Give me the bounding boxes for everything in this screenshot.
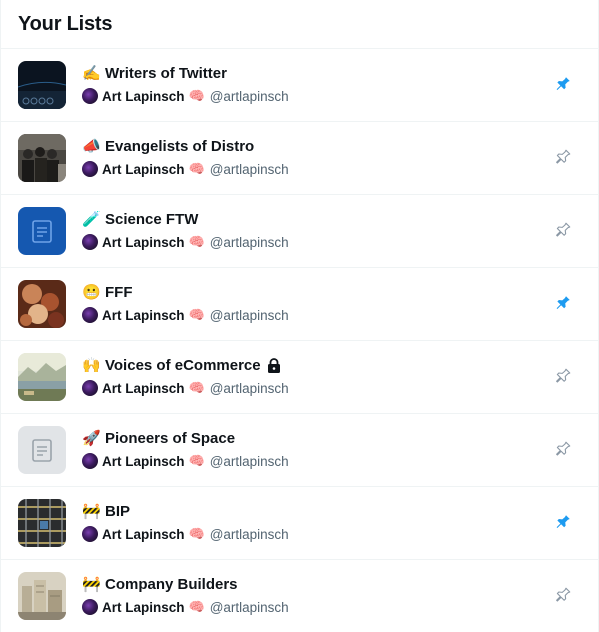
avatar: [82, 88, 98, 104]
list-thumbnail: [18, 61, 66, 109]
lists-panel: Your Lists ✍️ Writers of Twitter Art Lapin…: [0, 0, 599, 632]
owner-handle: @artlapinsch: [209, 453, 289, 469]
list-owner: Art Lapinsch 🧠 @artlapinsch: [82, 380, 289, 396]
list-name: Science FTW: [105, 210, 199, 228]
pin-icon[interactable]: [553, 220, 573, 240]
list-thumbnail: [18, 572, 66, 620]
section-title: Your Lists: [18, 13, 113, 35]
list-emoji: 🚧: [82, 502, 101, 520]
brain-badge: 🧠: [188, 453, 205, 469]
owner-handle: @artlapinsch: [209, 88, 289, 104]
pin-icon[interactable]: [553, 147, 573, 167]
pinned-icon[interactable]: [553, 512, 573, 532]
list-row[interactable]: 🧪 Science FTW Art Lapinsch 🧠 @artlapinsch: [1, 195, 598, 268]
owner-name: Art Lapinsch: [102, 526, 185, 542]
avatar: [82, 380, 98, 396]
list-emoji: 🙌: [82, 356, 101, 374]
list-title: 🚧 Company Builders: [82, 575, 238, 593]
list-emoji: 😬: [82, 283, 101, 301]
list-name: BIP: [105, 502, 131, 520]
pinned-icon[interactable]: [553, 293, 573, 313]
list-emoji: 🚀: [82, 429, 101, 447]
list-thumbnail: [18, 280, 66, 328]
avatar: [82, 453, 98, 469]
list-thumbnail: [18, 499, 66, 547]
brain-badge: 🧠: [188, 161, 205, 177]
list-title: 🚧 BIP: [82, 502, 130, 520]
list-name: Company Builders: [105, 575, 238, 593]
owner-handle: @artlapinsch: [209, 161, 289, 177]
section-header: Your Lists: [1, 0, 598, 49]
owner-handle: @artlapinsch: [209, 380, 289, 396]
list-owner: Art Lapinsch 🧠 @artlapinsch: [82, 161, 289, 177]
list-row[interactable]: 🙌 Voices of eCommerce Art Lapinsch 🧠 @artlap…: [1, 341, 598, 414]
brain-badge: 🧠: [188, 88, 205, 104]
list-title: 🚀 Pioneers of Space: [82, 429, 235, 447]
avatar: [82, 526, 98, 542]
list-thumbnail: [18, 426, 66, 474]
list-row[interactable]: 🚀 Pioneers of Space Art Lapinsch 🧠 @artlapin…: [1, 414, 598, 487]
list-title: ✍️ Writers of Twitter: [82, 64, 227, 82]
brain-badge: 🧠: [188, 380, 205, 396]
owner-handle: @artlapinsch: [209, 526, 289, 542]
list-emoji: 🧪: [82, 210, 101, 228]
list-name: Writers of Twitter: [105, 64, 227, 82]
owner-name: Art Lapinsch: [102, 88, 185, 104]
lists-container: ✍️ Writers of Twitter Art Lapinsch 🧠 @artlap…: [1, 49, 598, 632]
list-thumbnail: [18, 353, 66, 401]
owner-name: Art Lapinsch: [102, 380, 185, 396]
lock-icon: [267, 357, 281, 373]
list-owner: Art Lapinsch 🧠 @artlapinsch: [82, 234, 289, 250]
list-owner: Art Lapinsch 🧠 @artlapinsch: [82, 307, 289, 323]
pin-icon[interactable]: [553, 585, 573, 605]
pin-icon[interactable]: [553, 439, 573, 459]
owner-handle: @artlapinsch: [209, 307, 289, 323]
list-owner: Art Lapinsch 🧠 @artlapinsch: [82, 453, 289, 469]
owner-name: Art Lapinsch: [102, 161, 185, 177]
list-name: FFF: [105, 283, 133, 301]
owner-name: Art Lapinsch: [102, 307, 185, 323]
list-owner: Art Lapinsch 🧠 @artlapinsch: [82, 88, 289, 104]
list-emoji: 🚧: [82, 575, 101, 593]
brain-badge: 🧠: [188, 599, 205, 615]
owner-name: Art Lapinsch: [102, 453, 185, 469]
brain-badge: 🧠: [188, 307, 205, 323]
list-name: Voices of eCommerce: [105, 356, 261, 374]
pin-icon[interactable]: [553, 366, 573, 386]
list-thumbnail: [18, 207, 66, 255]
list-row[interactable]: 🚧 BIP Art Lapinsch 🧠 @artlapinsch: [1, 487, 598, 560]
list-row[interactable]: 😬 FFF Art Lapinsch 🧠 @artlapinsch: [1, 268, 598, 341]
owner-name: Art Lapinsch: [102, 599, 185, 615]
owner-handle: @artlapinsch: [209, 599, 289, 615]
avatar: [82, 234, 98, 250]
list-name: Evangelists of Distro: [105, 137, 255, 155]
brain-badge: 🧠: [188, 526, 205, 542]
list-owner: Art Lapinsch 🧠 @artlapinsch: [82, 526, 289, 542]
list-title: 🙌 Voices of eCommerce: [82, 356, 281, 374]
list-emoji: ✍️: [82, 64, 101, 82]
list-row[interactable]: ✍️ Writers of Twitter Art Lapinsch 🧠 @artlap…: [1, 49, 598, 122]
list-title: 😬 FFF: [82, 283, 133, 301]
avatar: [82, 307, 98, 323]
brain-badge: 🧠: [188, 234, 205, 250]
pinned-icon[interactable]: [553, 74, 573, 94]
avatar: [82, 599, 98, 615]
avatar: [82, 161, 98, 177]
owner-handle: @artlapinsch: [209, 234, 289, 250]
list-owner: Art Lapinsch 🧠 @artlapinsch: [82, 599, 289, 615]
list-title: 🧪 Science FTW: [82, 210, 198, 228]
list-title: 📣 Evangelists of Distro: [82, 137, 254, 155]
list-emoji: 📣: [82, 137, 101, 155]
list-name: Pioneers of Space: [105, 429, 236, 447]
list-row[interactable]: 🚧 Company Builders Art Lapinsch 🧠 @artlapins…: [1, 560, 598, 632]
list-thumbnail: [18, 134, 66, 182]
owner-name: Art Lapinsch: [102, 234, 185, 250]
list-row[interactable]: 📣 Evangelists of Distro Art Lapinsch 🧠 @artl…: [1, 122, 598, 195]
